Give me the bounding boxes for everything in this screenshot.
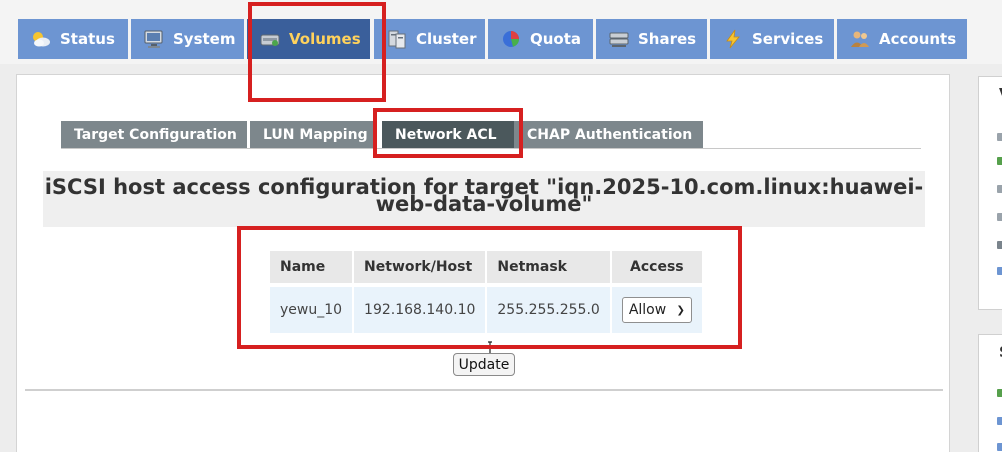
sidebar-item-icon [997, 241, 1002, 249]
column-header-netmask: Netmask [487, 251, 610, 287]
sidebar-item-icon [997, 185, 1002, 193]
subtab-label: CHAP Authentication [527, 127, 693, 143]
subtab-label: Network ACL [395, 127, 497, 143]
sidebar-item-icon [997, 443, 1002, 451]
divider [61, 148, 921, 149]
nav-tab-label: Volumes [289, 30, 361, 48]
subtab-bar: Target Configuration LUN Mapping Network… [61, 121, 921, 149]
monitor-icon [143, 28, 165, 50]
weather-icon [30, 28, 52, 50]
nav-tab-quota[interactable]: Quota [488, 19, 593, 59]
update-button[interactable]: Update [453, 353, 515, 376]
sidebar-item-icon [997, 267, 1002, 275]
main-panel: Target Configuration LUN Mapping Network… [16, 74, 950, 452]
page-title: iSCSI host access configuration for targ… [43, 171, 925, 227]
drive-icon [259, 28, 281, 50]
nav-tab-cluster[interactable]: Cluster [374, 19, 485, 59]
pie-chart-icon [500, 28, 522, 50]
cell-access: Allow ❯ [611, 287, 702, 333]
subtab-label: Target Configuration [74, 127, 237, 143]
subtab-lun-mapping[interactable]: LUN Mapping [250, 121, 376, 149]
nav-tab-label: Services [752, 30, 824, 48]
subtab-chap-authentication[interactable]: CHAP Authentication [514, 121, 703, 149]
sidebar-box-secondary: S [978, 334, 1002, 452]
chevron-down-icon: ❯ [676, 304, 685, 316]
sidebar-item-icon [997, 389, 1002, 397]
nav-tab-volumes[interactable]: Volumes [247, 19, 370, 59]
server-icon [386, 28, 408, 50]
nav-tab-label: Accounts [879, 30, 957, 48]
users-icon [849, 28, 871, 50]
nav-tab-status[interactable]: Status [18, 19, 128, 59]
cell-netmask: 255.255.255.0 [487, 287, 610, 333]
column-header-name: Name [270, 251, 353, 287]
access-select[interactable]: Allow ❯ [621, 297, 692, 323]
subtab-network-acl[interactable]: Network ACL [382, 121, 514, 149]
nav-tab-label: Status [60, 30, 115, 48]
share-drive-icon [608, 28, 630, 50]
table-row: yewu_10 192.168.140.10 255.255.255.0 All… [270, 287, 702, 333]
sidebar-box-volumes: V [978, 76, 1002, 310]
nav-tab-system[interactable]: System [131, 19, 244, 59]
column-header-access: Access [611, 251, 702, 287]
subtab-label: LUN Mapping [263, 127, 368, 143]
nav-tab-shares[interactable]: Shares [596, 19, 707, 59]
acl-table: Name Network/Host Netmask Access yewu_10… [268, 251, 704, 333]
sidebar-item-icon [997, 133, 1002, 141]
nav-tab-accounts[interactable]: Accounts [837, 19, 967, 59]
sidebar-item-icon [997, 213, 1002, 221]
nav-tab-services[interactable]: Services [710, 19, 834, 59]
sidebar-item-icon [997, 157, 1002, 165]
nav-tab-label: Quota [530, 30, 582, 48]
nav-tab-label: Shares [638, 30, 697, 48]
column-header-network-host: Network/Host [354, 251, 486, 287]
access-select-value: Allow [628, 302, 667, 318]
subtab-target-configuration[interactable]: Target Configuration [61, 121, 247, 149]
divider [25, 389, 943, 391]
nav-tab-label: System [173, 30, 236, 48]
sidebar-item-icon [997, 417, 1002, 425]
cell-network: 192.168.140.10 [354, 287, 486, 333]
table-header-row: Name Network/Host Netmask Access [270, 251, 702, 287]
lightning-icon [722, 28, 744, 50]
top-navigation: Status System Volumes Cluster Quota Shar… [0, 0, 1002, 64]
nav-tab-label: Cluster [416, 30, 477, 48]
cell-name: yewu_10 [270, 287, 353, 333]
